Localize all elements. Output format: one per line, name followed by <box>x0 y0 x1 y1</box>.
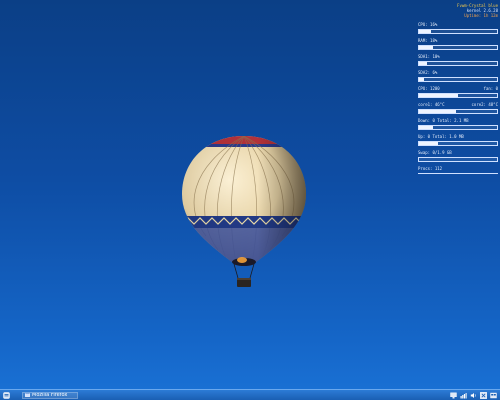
monitor-row-cpu: CPU: 16% <box>418 22 498 34</box>
window-icon <box>25 392 30 398</box>
ram-bar <box>418 45 498 50</box>
monitor-row-ram: RAM: 18% <box>418 38 498 50</box>
upload-label: Up: 0 Total: 1.0 MB <box>418 134 464 139</box>
monitor-row-temp: core1: 46°C core2: 48°C <box>418 102 498 114</box>
hot-air-balloon-wallpaper <box>182 136 306 287</box>
desktop-icon[interactable] <box>490 392 497 399</box>
disk2-bar-fill <box>419 78 424 81</box>
monitor-row-up: Up: 0 Total: 1.0 MB <box>418 134 498 146</box>
freq-label: CPU: 1200 <box>418 86 440 91</box>
taskbar-window-button[interactable]: Mozilla Firefox <box>22 391 78 399</box>
freq-bar <box>418 93 498 98</box>
system-tray <box>450 391 497 399</box>
download-bar <box>418 125 498 130</box>
disk1-bar-fill <box>419 62 427 65</box>
network-icon[interactable] <box>460 392 467 399</box>
cpu-bar <box>418 29 498 34</box>
upload-bar-fill <box>419 142 438 145</box>
monitor-row-freq: CPU: 1200 fan: 0 <box>418 86 498 98</box>
cpu-bar-fill <box>419 30 432 33</box>
system-monitor: Fvwm-Crystal blue kernel 2.6.28 Uptime: … <box>418 3 498 174</box>
download-bar-fill <box>419 126 434 129</box>
core1-temp-label: core1: 46°C <box>418 102 445 107</box>
disk1-bar <box>418 61 498 66</box>
core2-temp-label: core2: 48°C <box>471 102 499 107</box>
disk1-label: SDA1: 10% <box>418 54 440 59</box>
volume-icon[interactable] <box>470 392 477 399</box>
monitor-row-down: Down: 0 Total: 2.1 MB <box>418 118 498 130</box>
monitor-row-procs: Procs: 112 <box>418 166 498 174</box>
temp-labels: core1: 46°C core2: 48°C <box>418 102 498 107</box>
taskbar: Mozilla Firefox <box>0 389 500 400</box>
monitor-icon[interactable] <box>450 392 457 399</box>
download-label: Down: 0 Total: 2.1 MB <box>418 118 469 123</box>
procs-label: Procs: 112 <box>418 166 443 171</box>
temp-bar <box>418 109 498 114</box>
desktop: Fvwm-Crystal blue kernel 2.6.28 Uptime: … <box>0 0 500 400</box>
monitor-header: Fvwm-Crystal blue kernel 2.6.28 Uptime: … <box>418 3 498 18</box>
monitor-row-disk2: SDA2: 6% <box>418 70 498 82</box>
disk2-label: SDA2: 6% <box>418 70 438 75</box>
swap-bar <box>418 157 498 162</box>
monitor-row-swap: Swap: 0/1.9 GB <box>418 150 498 162</box>
disk2-bar <box>418 77 498 82</box>
monitor-header-line3: Uptime: 1h 12m <box>464 13 498 18</box>
monitor-row-disk1: SDA1: 10% <box>418 54 498 66</box>
cpu-label: CPU: 16% <box>418 22 438 27</box>
ram-label: RAM: 18% <box>418 38 438 43</box>
swap-label: Swap: 0/1.9 GB <box>418 150 452 155</box>
ram-bar-fill <box>419 46 434 49</box>
fan-label: fan: 0 <box>483 86 498 91</box>
upload-bar <box>418 141 498 146</box>
close-icon[interactable] <box>480 391 487 399</box>
menu-icon[interactable] <box>2 391 10 399</box>
taskbar-window-title: Mozilla Firefox <box>32 392 68 398</box>
freq-labels: CPU: 1200 fan: 0 <box>418 86 498 91</box>
freq-bar-fill <box>419 94 458 97</box>
monitor-divider <box>418 173 498 174</box>
temp-bar-fill <box>419 110 457 113</box>
